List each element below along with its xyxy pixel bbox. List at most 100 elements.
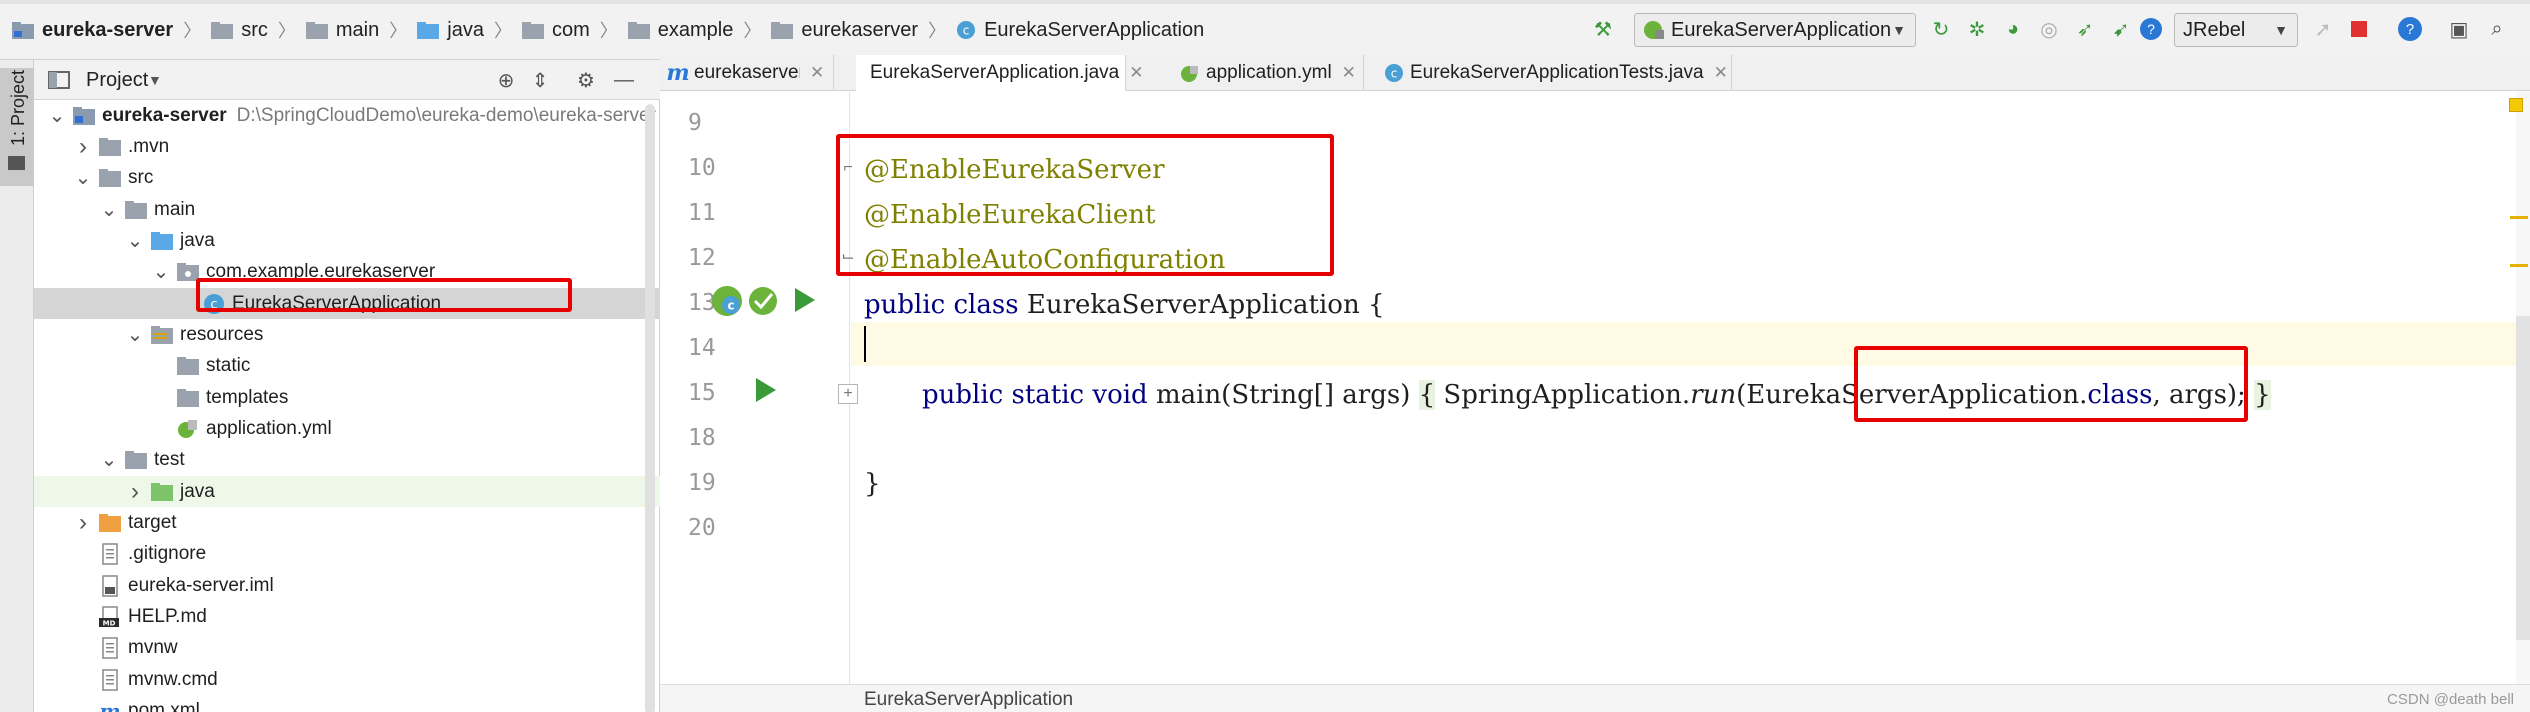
tab-application-yml[interactable]: application.yml ✕ xyxy=(1172,55,1364,91)
warning-marker[interactable] xyxy=(2510,216,2528,219)
run-main-icon[interactable] xyxy=(756,378,776,402)
warning-indicator-icon[interactable] xyxy=(2509,98,2523,112)
tree-item-label: application.yml xyxy=(206,418,332,439)
resources-folder-icon xyxy=(150,325,174,345)
project-scrollbar[interactable] xyxy=(645,104,655,712)
breadcrumb-item-main[interactable]: main xyxy=(305,19,379,42)
tab-label: application.yml xyxy=(1206,62,1332,83)
jrebel-run-icon[interactable]: ➶ xyxy=(2072,16,2098,42)
help-icon[interactable]: ? xyxy=(2398,17,2422,41)
tree-item-src[interactable]: ⌄ src xyxy=(34,163,660,194)
tree-item-mvn[interactable]: › .mvn xyxy=(34,131,660,162)
hammer-icon[interactable]: ⚒ xyxy=(1590,16,1616,42)
close-icon[interactable]: ✕ xyxy=(1129,63,1143,83)
warning-marker[interactable] xyxy=(2510,264,2528,267)
tree-item-main[interactable]: ⌄ main xyxy=(34,194,660,225)
chevron-right-icon[interactable]: › xyxy=(126,478,144,506)
gear-icon[interactable]: ⚙ xyxy=(574,68,598,92)
run-class-icon[interactable] xyxy=(795,288,815,312)
tree-item-mvnw-cmd[interactable]: mvnw.cmd xyxy=(34,664,660,695)
search-everywhere-icon[interactable]: ⌕ xyxy=(2484,16,2510,42)
locate-icon[interactable]: ⊕ xyxy=(494,68,518,92)
chevron-down-icon[interactable]: ⌄ xyxy=(126,231,144,251)
tab-eurekaserverapplicationtests[interactable]: c EurekaServerApplicationTests.java ✕ xyxy=(1376,55,1732,91)
tree-item-label: .mvn xyxy=(128,135,170,157)
folder-icon xyxy=(98,137,122,157)
stop-icon[interactable] xyxy=(2346,16,2372,42)
project-structure-icon[interactable]: ▣ xyxy=(2446,16,2472,42)
spring-config-gutter-icon[interactable] xyxy=(748,286,778,316)
tree-item-help-md[interactable]: MD HELP.md xyxy=(34,602,660,633)
chevron-down-icon[interactable]: ⌄ xyxy=(48,106,66,126)
breadcrumb-item-eurekaserver[interactable]: eurekaserver xyxy=(771,19,918,42)
tree-item-resources[interactable]: ⌄ resources xyxy=(34,319,660,350)
profile-icon[interactable]: ◎ xyxy=(2036,16,2062,42)
keyword: public xyxy=(922,380,1004,410)
chevron-down-icon[interactable]: ⌄ xyxy=(100,200,118,220)
close-icon[interactable]: ✕ xyxy=(1342,63,1356,83)
tree-item-gitignore[interactable]: .gitignore xyxy=(34,539,660,570)
tab-eurekaserverapplication[interactable]: c EurekaServerApplication.java ✕ xyxy=(856,55,1144,91)
tree-item-target[interactable]: › target xyxy=(34,508,660,539)
breadcrumb-separator: 〉 xyxy=(183,21,202,41)
debug-icon[interactable]: ✲ xyxy=(1964,16,1990,42)
tree-item-eureka-server-iml[interactable]: eureka-server.iml xyxy=(34,570,660,601)
tree-item-mvnw[interactable]: mvnw xyxy=(34,633,660,664)
line-number: 18 xyxy=(688,425,716,451)
close-icon[interactable]: ✕ xyxy=(1714,63,1728,83)
spring-class-icon: c xyxy=(957,21,976,39)
spring-bean-gutter-icon[interactable]: c xyxy=(712,286,742,316)
run-configuration-select[interactable]: EurekaServerApplication ▼ xyxy=(1634,13,1916,47)
chevron-down-icon[interactable]: ⌄ xyxy=(100,450,118,470)
jrebel-help-icon[interactable]: ? xyxy=(2140,18,2162,40)
yml-file-icon xyxy=(176,419,200,439)
text-file-icon xyxy=(98,637,122,660)
line-number: 15 xyxy=(688,380,716,406)
jrebel-update-icon[interactable]: ➚ xyxy=(2310,16,2336,42)
chevron-down-icon[interactable]: ⌄ xyxy=(126,325,144,345)
tree-item-eureka-server[interactable]: ⌄ eureka-server D:\SpringCloudDemo\eureka-… xyxy=(34,100,660,131)
breadcrumb-item-java[interactable]: java xyxy=(417,19,484,42)
chevron-down-icon[interactable]: ⌄ xyxy=(74,168,92,188)
jrebel-debug-icon[interactable]: ➹ xyxy=(2108,16,2134,42)
chevron-down-icon[interactable]: ▼ xyxy=(148,72,162,88)
coverage-icon[interactable]: ◕ xyxy=(2000,16,2026,42)
chevron-right-icon[interactable]: › xyxy=(74,133,92,161)
breadcrumb-item-project[interactable]: eureka-server xyxy=(12,19,173,42)
fold-expand-icon[interactable]: + xyxy=(838,384,858,404)
tab-eurekaserver[interactable]: m eurekaserver ✕ xyxy=(660,55,834,91)
markdown-file-icon: MD xyxy=(98,606,122,628)
chevron-down-icon[interactable]: ⌄ xyxy=(152,262,170,282)
module-folder-icon xyxy=(72,106,96,126)
keyword: static xyxy=(1011,380,1085,410)
tree-item-label: HELP.md xyxy=(128,606,207,628)
method-signature: main(String[] args) xyxy=(1147,380,1419,410)
tree-item-application-yml[interactable]: application.yml xyxy=(34,414,660,445)
tree-item-java[interactable]: › java xyxy=(34,476,660,508)
text-caret xyxy=(864,326,866,362)
breadcrumb-separator: 〉 xyxy=(493,21,512,41)
jrebel-select[interactable]: JRebel ▼ xyxy=(2174,13,2298,47)
collapse-all-icon[interactable]: ⇕ xyxy=(528,68,552,92)
editor-breadcrumb[interactable]: EurekaServerApplication xyxy=(864,689,1073,711)
tree-item-path: D:\SpringCloudDemo\eureka-demo\eureka-se… xyxy=(236,104,656,126)
tree-item-label: src xyxy=(128,167,154,189)
close-icon[interactable]: ✕ xyxy=(810,63,824,83)
chevron-right-icon[interactable]: › xyxy=(74,509,92,537)
tree-item-static[interactable]: static xyxy=(34,351,660,382)
brace-open: { xyxy=(1418,380,1436,410)
breadcrumb-item-class[interactable]: c EurekaServerApplication xyxy=(956,19,1204,42)
breadcrumb-item-src[interactable]: src xyxy=(211,19,268,42)
breadcrumb-item-com[interactable]: com xyxy=(521,19,590,42)
tree-item-pom-xml[interactable]: m pom.xml xyxy=(34,696,660,712)
breadcrumb-item-example[interactable]: example xyxy=(627,19,733,42)
rerun-icon[interactable]: ↻ xyxy=(1928,16,1954,42)
minimize-icon[interactable]: — xyxy=(612,68,636,92)
tree-item-test[interactable]: ⌄ test xyxy=(34,445,660,476)
side-tab-label: 1: Project xyxy=(8,69,28,146)
editor-scroll-thumb[interactable] xyxy=(2516,316,2530,640)
tree-item-templates[interactable]: templates xyxy=(34,382,660,413)
package-folder-icon xyxy=(521,21,544,39)
folder-icon xyxy=(124,200,148,220)
tree-item-java[interactable]: ⌄ java xyxy=(34,225,660,256)
